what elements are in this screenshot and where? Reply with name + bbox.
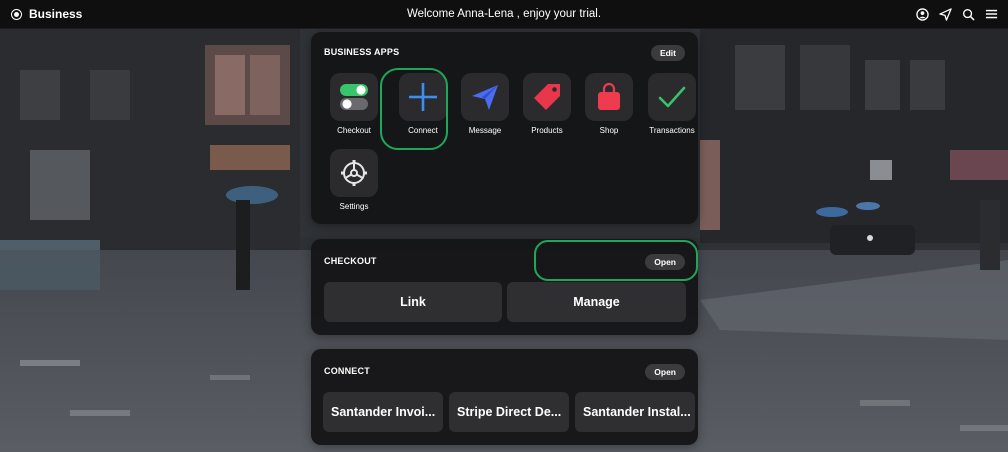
app-settings[interactable]: Settings [323, 149, 385, 211]
app-tile [399, 73, 447, 121]
business-apps-card: BUSINESS APPS Edit Checkout Connect Mess… [311, 32, 698, 224]
hamburger-menu-icon[interactable] [985, 8, 998, 20]
connect-stripe-direct-debit-button[interactable]: Stripe Direct De... [449, 392, 569, 432]
shopping-bag-icon [598, 82, 620, 110]
checkout-title: CHECKOUT [324, 256, 377, 266]
gear-icon [341, 160, 367, 186]
app-transactions[interactable]: Transactions [641, 73, 703, 135]
connect-card: CONNECT Open Santander Invoi... Stripe D… [311, 349, 698, 445]
top-icons [916, 0, 998, 28]
welcome-message: Welcome Anna-Lena , enjoy your trial. [406, 8, 602, 20]
app-tile [585, 73, 633, 121]
app-label: Connect [408, 126, 438, 135]
connect-open-button[interactable]: Open [645, 364, 685, 380]
app-label: Checkout [337, 126, 371, 135]
app-label: Transactions [649, 126, 695, 135]
app-label: Products [531, 126, 563, 135]
paper-plane-icon [472, 85, 498, 110]
app-connect[interactable]: Connect [392, 73, 454, 135]
app-tile [330, 149, 378, 197]
connect-santander-invoice-button[interactable]: Santander Invoi... [323, 392, 443, 432]
app-tile [461, 73, 509, 121]
search-icon[interactable] [962, 8, 975, 21]
user-circle-icon[interactable] [916, 7, 929, 21]
app-label: Settings [339, 202, 369, 211]
checkmark-icon [658, 86, 686, 108]
checkout-manage-button[interactable]: Manage [507, 282, 686, 322]
paper-plane-icon[interactable] [939, 7, 952, 21]
checkout-open-button[interactable]: Open [645, 254, 685, 270]
app-tile [523, 73, 571, 121]
connect-santander-installment-button[interactable]: Santander Instal... [575, 392, 695, 432]
app-products[interactable]: Products [516, 73, 578, 135]
edit-button[interactable]: Edit [650, 45, 685, 61]
price-tag-icon [534, 84, 560, 110]
app-tile [330, 73, 378, 121]
app-message[interactable]: Message [454, 73, 516, 135]
top-bar: Business Welcome Anna-Lena , enjoy your … [0, 0, 1008, 29]
app-tile [648, 73, 696, 121]
checkout-link-button[interactable]: Link [324, 282, 502, 322]
app-label: Shop [599, 126, 619, 135]
business-apps-title: BUSINESS APPS [324, 47, 400, 57]
app-checkout[interactable]: Checkout [323, 73, 385, 135]
toggle-switches-icon [340, 84, 368, 110]
connect-title: CONNECT [324, 366, 370, 376]
checkout-card: CHECKOUT Open Link Manage [311, 239, 698, 335]
app-shop[interactable]: Shop [578, 73, 640, 135]
app-label: Message [468, 126, 502, 135]
plus-icon [409, 83, 437, 111]
